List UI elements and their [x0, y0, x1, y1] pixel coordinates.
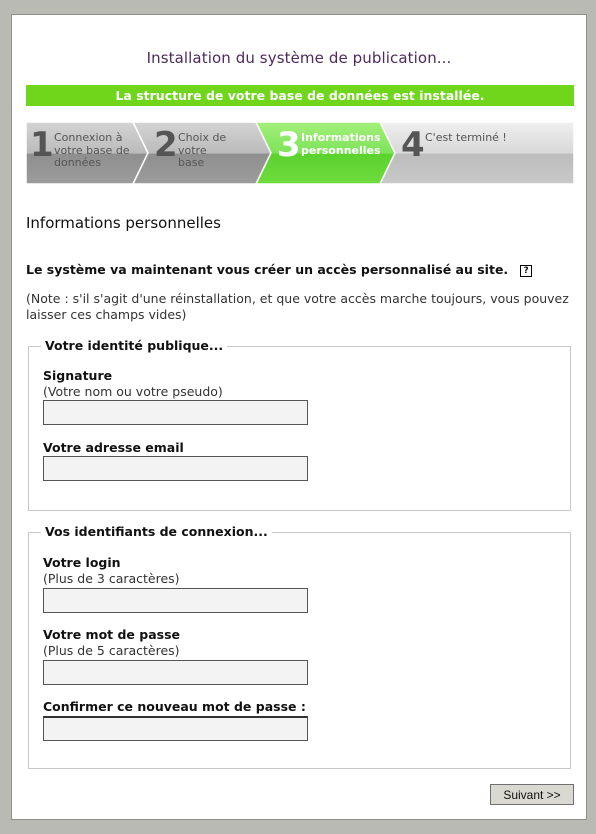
login-label: Votre login [43, 555, 121, 570]
credentials-fieldset: Vos identifiants de connexion... Votre l… [28, 524, 571, 769]
email-field[interactable] [43, 456, 308, 481]
page-title: Installation du système de publication..… [146, 49, 452, 67]
step-label: Choix de votre base [178, 131, 256, 170]
email-label: Votre adresse email [43, 440, 184, 455]
login-field[interactable] [43, 588, 308, 613]
help-icon[interactable]: ? [520, 265, 533, 277]
credentials-legend: Vos identifiants de connexion... [41, 524, 272, 539]
step-label-line: Choix de votre [178, 131, 227, 157]
install-panel: Installation du système de publication..… [11, 14, 587, 820]
status-banner: La structure de votre base de données es… [26, 85, 574, 106]
password-hint: (Plus de 5 caractères) [43, 643, 180, 658]
note-line: (Note : s'il s'agit d'une réinstallation… [26, 291, 569, 306]
step-label-line: personnelles [301, 143, 381, 157]
login-hint: (Plus de 3 caractères) [43, 571, 180, 586]
step-label-line: base [178, 156, 205, 169]
step-number: 3 [277, 125, 301, 165]
step-number: 1 [30, 125, 54, 165]
step-termine: 4 C'est terminé ! [397, 122, 567, 184]
signature-field[interactable] [43, 400, 308, 425]
signature-label: Signature [43, 368, 113, 383]
step-label: Connexion à votre base de données [54, 131, 130, 170]
step-label-line: C'est terminé ! [425, 131, 507, 144]
step-label: C'est terminé ! [425, 131, 507, 145]
note-line: laisser ces champs vides) [26, 307, 187, 322]
signature-hint: (Votre nom ou votre pseudo) [43, 384, 223, 399]
step-connexion: 1 Connexion à votre base de données [26, 122, 133, 184]
password-label: Votre mot de passe [43, 627, 181, 642]
identity-fieldset: Votre identité publique... Signature (Vo… [28, 338, 571, 511]
progress-steps: 1 Connexion à votre base de données 2 Ch… [26, 122, 574, 184]
intro-message: Le système va maintenant vous créer un a… [26, 262, 509, 277]
identity-legend: Votre identité publique... [41, 338, 228, 353]
step-choix-base: 2 Choix de votre base [150, 122, 256, 184]
step-number: 4 [401, 125, 425, 165]
step-number: 2 [154, 125, 178, 165]
confirm-password-label: Confirmer ce nouveau mot de passe : [43, 699, 306, 714]
next-button[interactable]: Suivant >> [490, 784, 574, 805]
intro-text: Le système va maintenant vous créer un a… [26, 262, 533, 277]
step-label-line: Connexion à [54, 131, 123, 144]
confirm-password-field[interactable] [43, 716, 308, 741]
reinstall-note: (Note : s'il s'agit d'une réinstallation… [26, 291, 574, 323]
step-label-line: données [54, 156, 101, 169]
section-title: Informations personnelles [26, 214, 221, 232]
step-label: Informations personnelles [301, 131, 381, 157]
step-label-line: Informations [301, 131, 381, 144]
password-field[interactable] [43, 660, 308, 685]
step-informations: 3 Informations personnelles [273, 122, 383, 184]
